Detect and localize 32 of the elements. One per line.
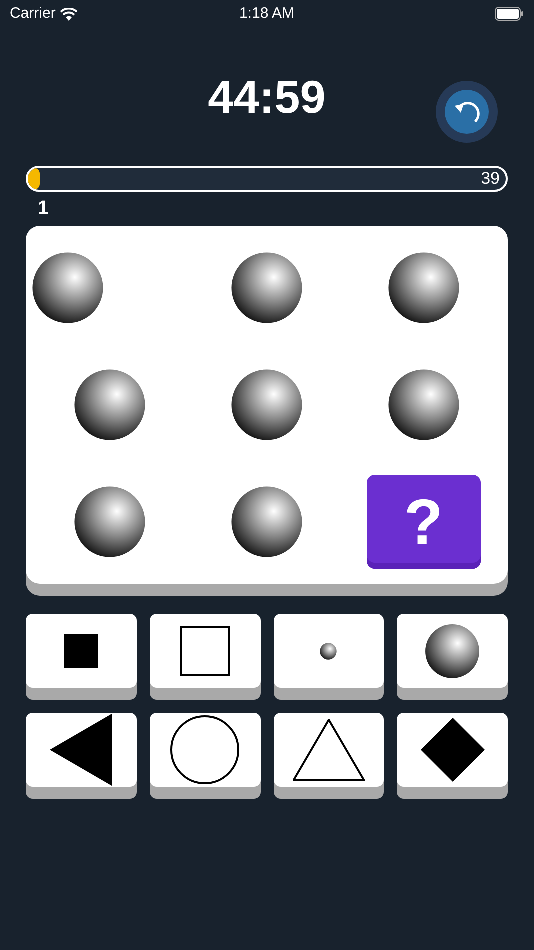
status-time: 1:18 AM bbox=[239, 4, 295, 24]
timer-text: 44:59 bbox=[208, 70, 326, 124]
square-outline-icon bbox=[180, 626, 230, 676]
diamond-icon bbox=[420, 718, 485, 782]
answer-option[interactable] bbox=[150, 713, 260, 787]
answer-option[interactable] bbox=[397, 614, 508, 688]
triangle-outline-icon bbox=[292, 719, 365, 781]
sphere-icon bbox=[74, 486, 146, 558]
sphere-icon bbox=[388, 252, 460, 324]
circle-outline-icon bbox=[170, 715, 240, 785]
sphere-icon bbox=[425, 624, 480, 678]
sphere-icon bbox=[388, 368, 460, 441]
battery-icon bbox=[494, 7, 524, 21]
total-count: 39 bbox=[481, 168, 500, 190]
sphere-icon bbox=[320, 642, 338, 660]
triangle-icon bbox=[50, 714, 112, 786]
answer-option[interactable] bbox=[397, 713, 508, 787]
answer-option[interactable] bbox=[26, 713, 137, 787]
sphere-icon bbox=[32, 252, 104, 324]
square-icon bbox=[64, 634, 98, 668]
answer-option[interactable] bbox=[26, 614, 137, 688]
sphere-icon bbox=[230, 368, 303, 441]
question-mark: ? bbox=[404, 490, 444, 554]
answer-option[interactable] bbox=[274, 713, 384, 787]
sphere-icon bbox=[230, 252, 303, 324]
current-count: 1 bbox=[38, 196, 49, 221]
undo-icon bbox=[454, 100, 480, 124]
sphere-icon bbox=[230, 486, 303, 558]
wifi-icon bbox=[60, 8, 78, 20]
answer-option[interactable] bbox=[150, 614, 260, 688]
carrier-label: Carrier bbox=[10, 4, 56, 24]
sphere-icon bbox=[74, 368, 146, 441]
